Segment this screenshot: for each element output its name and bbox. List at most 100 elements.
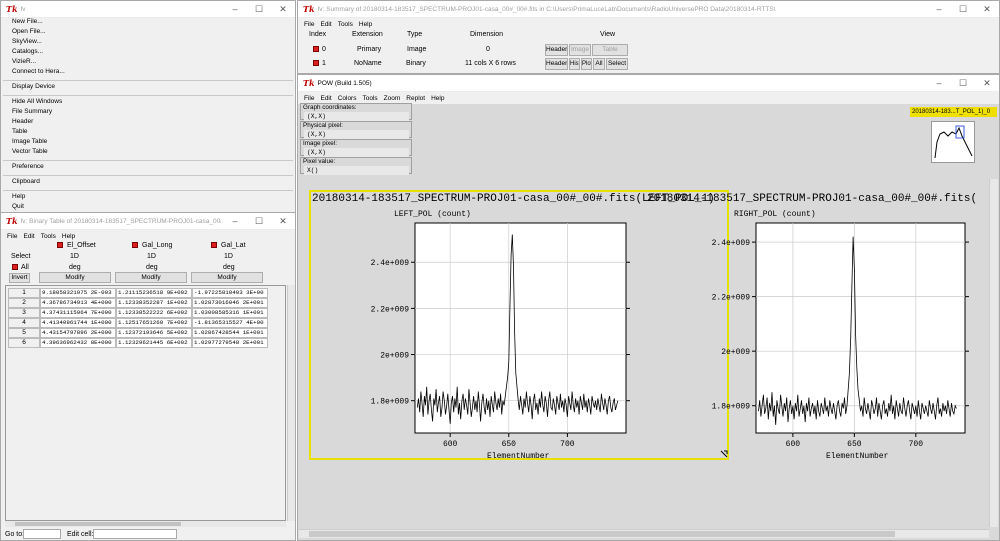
menu-edit[interactable]: Edit	[23, 233, 34, 240]
header-button[interactable]: Header	[545, 44, 568, 56]
table-cell[interactable]: 4.37431115964 7E+000	[40, 308, 116, 318]
menu-file-summary[interactable]: File Summary	[12, 108, 52, 115]
vertical-scrollbar[interactable]	[287, 285, 295, 521]
menu-file[interactable]: File	[304, 21, 314, 28]
minimize-icon[interactable]: –	[927, 75, 951, 91]
header-button[interactable]: Header	[545, 58, 568, 70]
table-cell[interactable]: 1.12517651260 7E+002	[116, 318, 192, 328]
chart-right[interactable]: 1.8e+009 2e+009 2.2e+009 2.4e+009 600 650 700	[712, 222, 969, 449]
menu-replot[interactable]: Replot	[406, 95, 425, 102]
menu-skyview[interactable]: SkyView...	[12, 38, 42, 45]
menu-hide-all-windows[interactable]: Hide All Windows	[12, 98, 62, 105]
row-index[interactable]: 6	[8, 338, 40, 348]
menu-help[interactable]: Help	[359, 21, 372, 28]
menu-header[interactable]: Header	[12, 118, 33, 125]
menu-file[interactable]: File	[304, 95, 314, 102]
menu-table[interactable]: Table	[12, 128, 28, 135]
table-cell[interactable]: 4.36786734913 4E+000	[40, 298, 116, 308]
menu-display-device[interactable]: Display Device	[12, 83, 55, 90]
table-cell[interactable]: -1.81365315527 4E+00	[192, 318, 268, 328]
menu-colors[interactable]: Colors	[338, 95, 357, 102]
menu-help[interactable]: Help	[12, 193, 25, 200]
modify-button[interactable]: Modify	[191, 272, 263, 283]
menu-catalogs[interactable]: Catalogs...	[12, 48, 43, 55]
pow-vertical-scrollbar[interactable]	[989, 179, 998, 527]
column-select-checkbox[interactable]	[211, 242, 217, 248]
menu-help[interactable]: Help	[431, 95, 444, 102]
scrollbar-thumb[interactable]	[15, 522, 181, 526]
row-index[interactable]: 5	[8, 328, 40, 338]
menu-tools[interactable]: Tools	[41, 233, 56, 240]
table-cell[interactable]: 1.02873016046 2E+001	[192, 298, 268, 308]
select-all-checkbox[interactable]	[12, 264, 18, 270]
menu-tools[interactable]: Tools	[362, 95, 377, 102]
table-cell[interactable]: -1.97225810403 3E+00	[192, 288, 268, 298]
thumbnail-preview[interactable]	[931, 121, 975, 163]
menu-vizier[interactable]: VizieR...	[12, 58, 36, 65]
select-button[interactable]: Select	[606, 58, 628, 70]
menu-edit[interactable]: Edit	[320, 95, 331, 102]
maximize-icon[interactable]: ☐	[951, 75, 975, 91]
menu-quit[interactable]: Quit	[12, 203, 24, 210]
column-select-checkbox[interactable]	[132, 242, 138, 248]
pow-horizontal-scrollbar[interactable]	[299, 529, 989, 538]
menu-clipboard[interactable]: Clipboard	[12, 178, 40, 185]
invert-button[interactable]: Invert	[9, 273, 30, 283]
table-cell[interactable]: 4.43154797896 2E+000	[40, 328, 116, 338]
menu-vector-table[interactable]: Vector Table	[12, 148, 48, 155]
maximize-icon[interactable]: ☐	[247, 213, 271, 229]
table-cell[interactable]: 1.12338522222 6E+002	[116, 308, 192, 318]
scrollbar-thumb[interactable]	[309, 531, 895, 537]
goto-input[interactable]	[23, 529, 61, 539]
physical-pixel-box: Physical pixel: (X,X)	[300, 121, 412, 139]
horizontal-scrollbar[interactable]	[5, 521, 286, 527]
table-cell[interactable]: 1.03008585316 1E+001	[192, 308, 268, 318]
chart-left[interactable]: 1.8e+009 2e+009 2.2e+009 2.4e+009 600 650 700	[371, 222, 630, 449]
close-icon[interactable]: ✕	[975, 75, 999, 91]
hdu-select-checkbox[interactable]	[313, 46, 319, 52]
modify-button[interactable]: Modify	[115, 272, 187, 283]
close-icon[interactable]: ✕	[271, 213, 295, 229]
maximize-icon[interactable]: ☐	[951, 1, 975, 17]
minimize-icon[interactable]: –	[927, 1, 951, 17]
all-button[interactable]: All	[593, 58, 605, 70]
editcell-input[interactable]	[93, 529, 177, 539]
table-cell[interactable]: 1.12329621445 6E+002	[116, 338, 192, 348]
table-button[interactable]: Table	[592, 44, 628, 56]
menu-help[interactable]: Help	[62, 233, 75, 240]
table-cell[interactable]: 1.12338352287 1E+002	[116, 298, 192, 308]
menu-connect-hera[interactable]: Connect to Hera...	[12, 68, 65, 75]
plot-button[interactable]: Plot	[581, 58, 592, 70]
image-button[interactable]: Image	[569, 44, 591, 56]
close-icon[interactable]: ✕	[271, 1, 295, 17]
table-cell[interactable]: 4.41340961744 1E+000	[40, 318, 116, 328]
menu-edit[interactable]: Edit	[320, 21, 331, 28]
modify-button[interactable]: Modify	[39, 272, 111, 283]
menu-new-file[interactable]: New File...	[12, 18, 43, 25]
row-index[interactable]: 4	[8, 318, 40, 328]
maximize-icon[interactable]: ☐	[247, 1, 271, 17]
table-cell[interactable]: 1.02977279548 2E+001	[192, 338, 268, 348]
menu-tools[interactable]: Tools	[338, 21, 353, 28]
menu-preference[interactable]: Preference	[12, 163, 44, 170]
hdu-select-checkbox[interactable]	[313, 60, 319, 66]
table-cell[interactable]: 4.39636962432 8E+000	[40, 338, 116, 348]
row-index[interactable]: 3	[8, 308, 40, 318]
menu-open-file[interactable]: Open File...	[12, 28, 46, 35]
thumbnail-label[interactable]: 20180314-183...T_POL_1)_0	[910, 107, 997, 117]
resize-handle-icon[interactable]	[720, 450, 728, 458]
menu-image-table[interactable]: Image Table	[12, 138, 47, 145]
table-cell[interactable]: 1.12372193646 5E+002	[116, 328, 192, 338]
table-cell[interactable]: 1.21115236518 9E+002	[116, 288, 192, 298]
column-select-checkbox[interactable]	[57, 242, 63, 248]
table-cell[interactable]: 9.18058321975 2E-003	[40, 288, 116, 298]
row-index[interactable]: 2	[8, 298, 40, 308]
minimize-icon[interactable]: –	[223, 213, 247, 229]
close-icon[interactable]: ✕	[975, 1, 999, 17]
menu-file[interactable]: File	[7, 233, 17, 240]
menu-zoom[interactable]: Zoom	[384, 95, 401, 102]
minimize-icon[interactable]: –	[223, 1, 247, 17]
hist-button[interactable]: Hist	[569, 58, 580, 70]
table-cell[interactable]: 1.02867428544 1E+001	[192, 328, 268, 338]
row-index[interactable]: 1	[8, 288, 40, 298]
